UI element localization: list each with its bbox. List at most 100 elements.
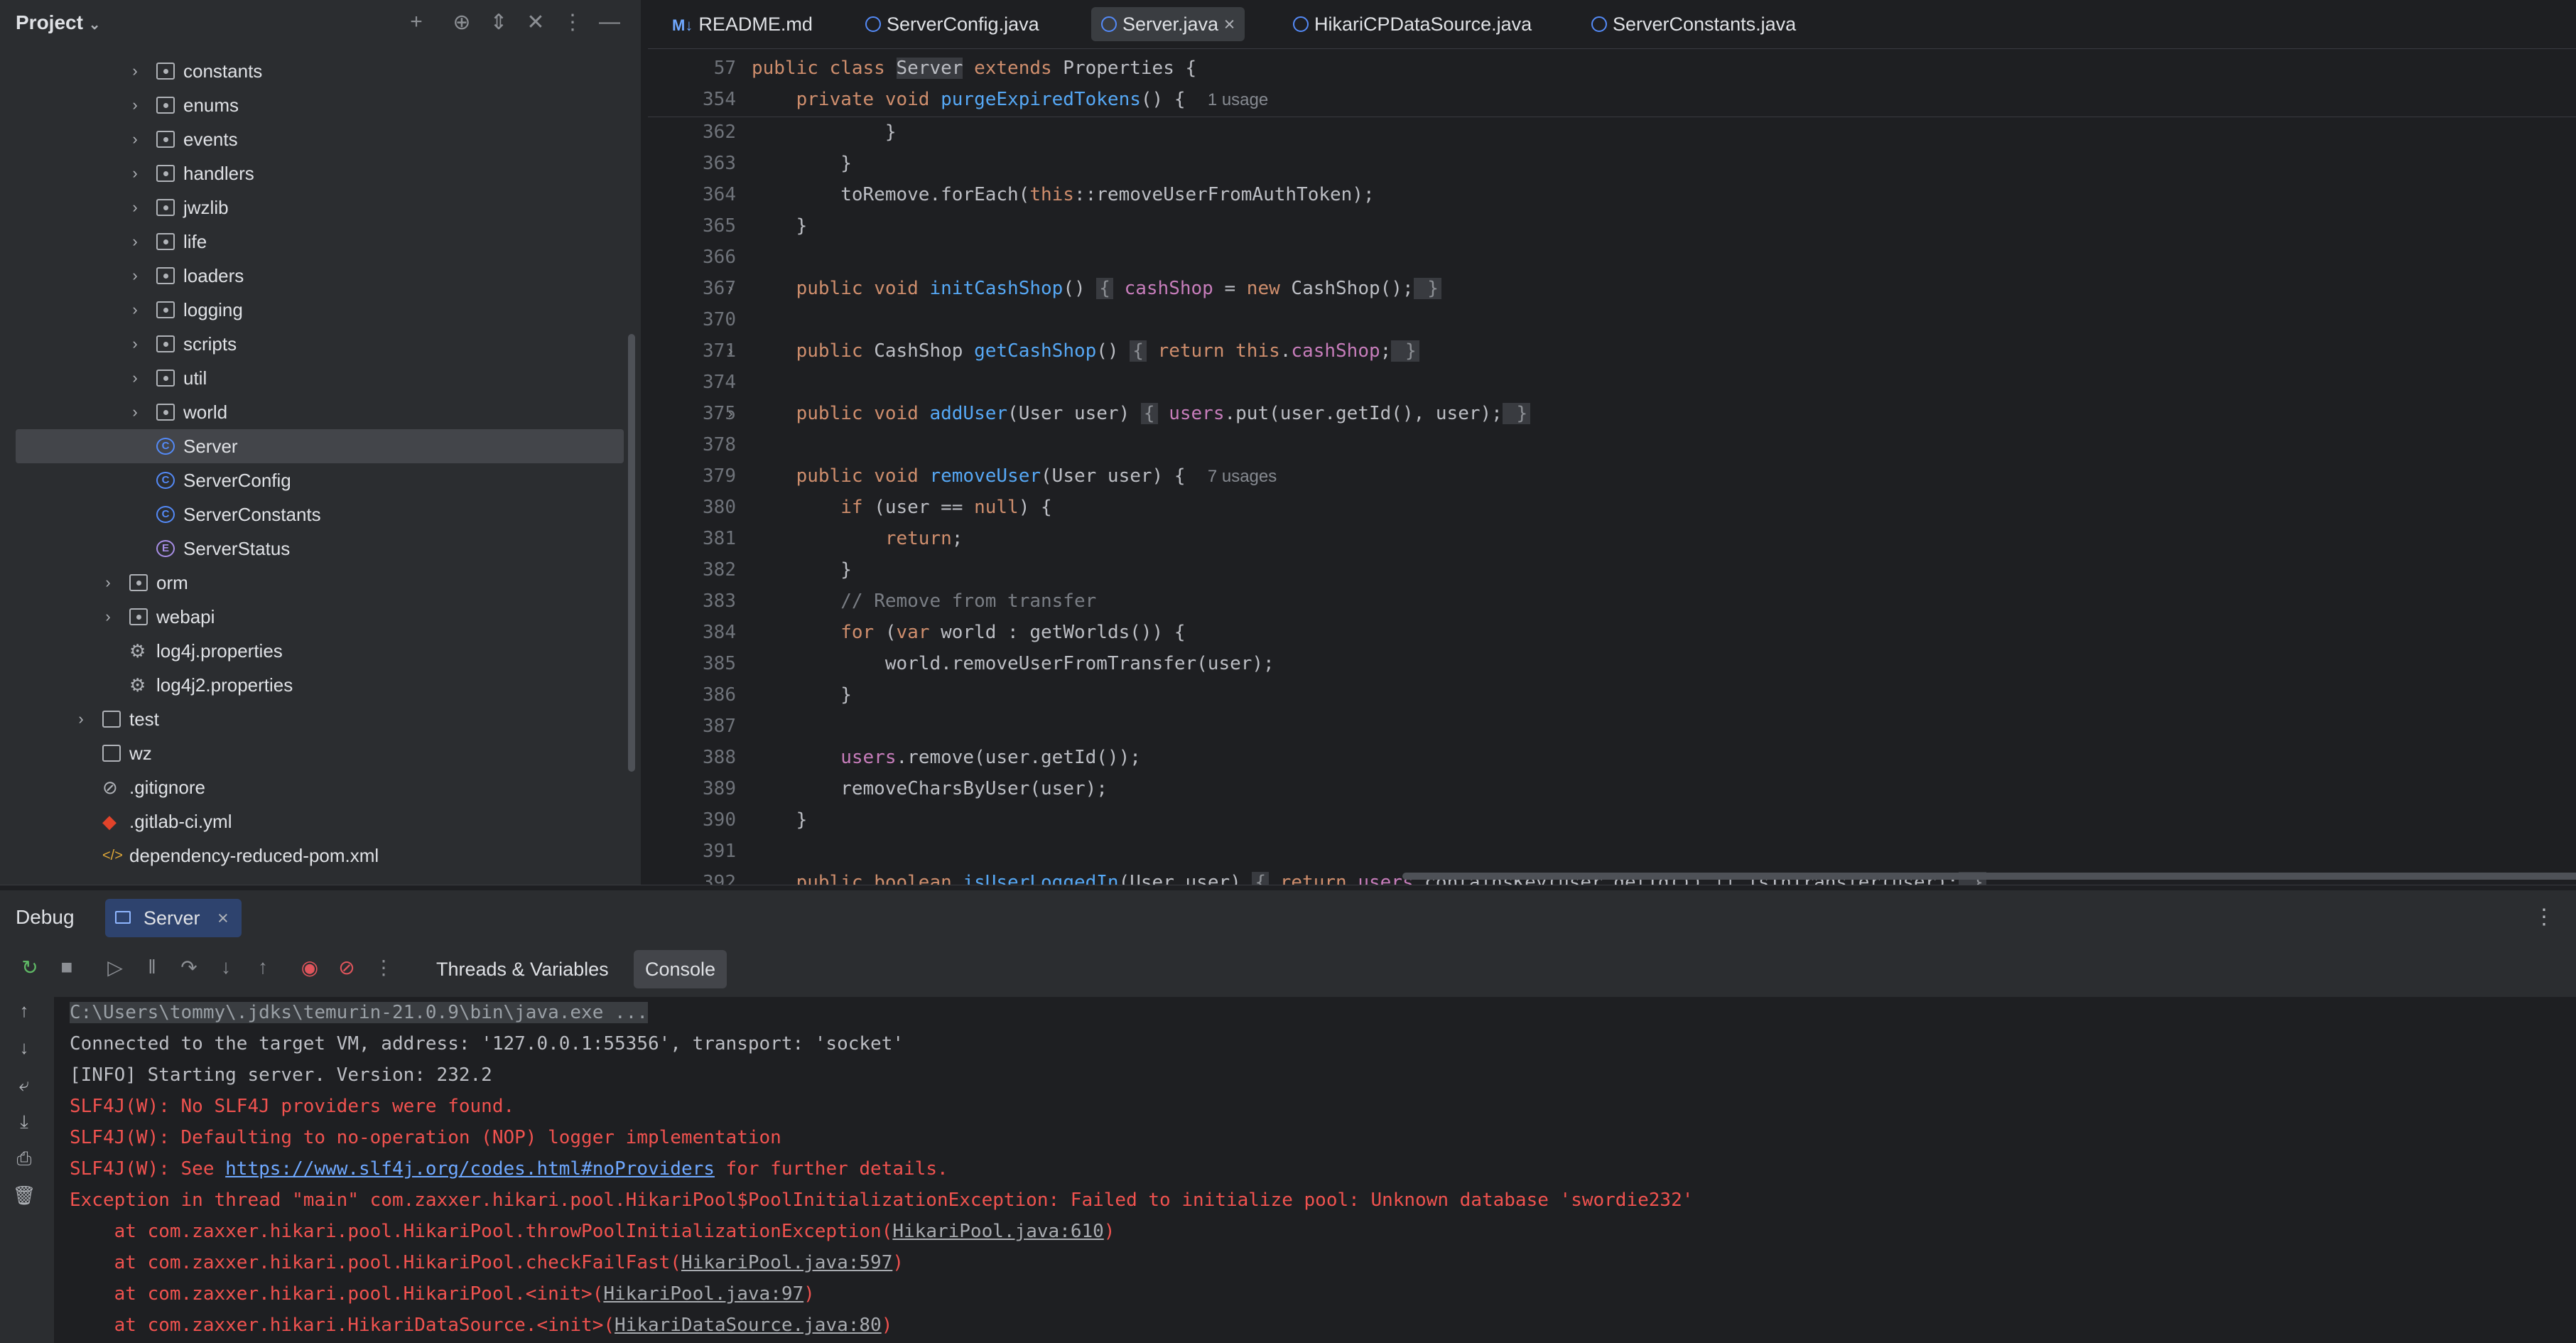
pause-icon[interactable]: ‖ bbox=[139, 956, 165, 978]
new-file-icon[interactable]: + bbox=[404, 10, 429, 34]
step-into-icon[interactable]: ↓ bbox=[213, 956, 239, 978]
sticky-header[interactable]: 57 public class Server extends Properties… bbox=[648, 53, 2576, 117]
line-number[interactable]: 380 bbox=[648, 492, 736, 523]
line-number[interactable]: 386 bbox=[648, 679, 736, 711]
line-number[interactable]: 390 bbox=[648, 804, 736, 836]
tree-item[interactable]: › events bbox=[0, 122, 625, 156]
console-output[interactable]: C:\Users\tommy\.jdks\temurin-21.0.9\bin\… bbox=[70, 997, 2556, 1343]
scroll-up-icon[interactable]: ↑ bbox=[11, 1000, 37, 1022]
print-icon[interactable]: ⎙ bbox=[11, 1148, 37, 1170]
mute-breakpoints-icon[interactable]: ⊘ bbox=[334, 956, 359, 979]
line-number[interactable]: 385 bbox=[648, 648, 736, 679]
close-icon[interactable]: × bbox=[1218, 14, 1235, 35]
chevron-right-icon[interactable]: › bbox=[126, 327, 144, 361]
collapse-all-icon[interactable]: ✕ bbox=[523, 10, 548, 35]
soft-wrap-icon[interactable]: ⤶ bbox=[11, 1074, 37, 1096]
editor-tab[interactable]: M↓ README.md bbox=[662, 7, 823, 41]
tab-console[interactable]: Console bbox=[634, 950, 727, 988]
line-number[interactable]: 389 bbox=[648, 773, 736, 804]
chevron-right-icon[interactable]: › bbox=[126, 361, 144, 395]
view-breakpoints-icon[interactable]: ◉ bbox=[297, 956, 323, 979]
hide-panel-icon[interactable]: — bbox=[597, 10, 622, 34]
tree-item[interactable]: › world bbox=[0, 395, 625, 429]
line-number[interactable]: 364 bbox=[648, 179, 736, 210]
chevron-right-icon[interactable]: › bbox=[99, 600, 117, 634]
line-number[interactable]: 374 bbox=[648, 367, 736, 398]
line-number[interactable]: 391 bbox=[648, 836, 736, 867]
line-number[interactable]: 354 bbox=[648, 84, 736, 115]
fold-toggle-icon[interactable]: › bbox=[726, 398, 735, 429]
tree-item[interactable]: › enums bbox=[0, 88, 625, 122]
tree-item[interactable]: </> dependency-reduced-pom.xml bbox=[0, 838, 625, 873]
line-number[interactable]: 381 bbox=[648, 523, 736, 554]
scroll-to-end-icon[interactable]: ⤓ bbox=[11, 1111, 37, 1133]
options-menu-icon[interactable]: ⋮ bbox=[560, 10, 585, 35]
tree-item[interactable]: wz bbox=[0, 736, 625, 770]
editor-tab[interactable]: ServerConfig.java bbox=[855, 7, 1049, 41]
expand-all-icon[interactable]: ⇕ bbox=[486, 10, 512, 35]
line-number[interactable]: 370 bbox=[648, 304, 736, 335]
line-number[interactable]: 388 bbox=[648, 742, 736, 773]
step-out-icon[interactable]: ↑ bbox=[250, 956, 276, 978]
line-number[interactable]: 362 bbox=[648, 117, 736, 148]
tree-item[interactable]: › handlers bbox=[0, 156, 625, 190]
line-number[interactable]: 379 bbox=[648, 460, 736, 492]
line-number[interactable]: 367 bbox=[648, 273, 736, 304]
tree-item[interactable]: C ServerConstants bbox=[0, 497, 625, 532]
chevron-right-icon[interactable]: › bbox=[126, 225, 144, 259]
line-number[interactable]: 387 bbox=[648, 711, 736, 742]
chevron-right-icon[interactable]: › bbox=[126, 156, 144, 190]
chevron-right-icon[interactable]: › bbox=[126, 395, 144, 429]
tree-item[interactable]: › orm bbox=[0, 566, 625, 600]
tree-item[interactable]: › constants bbox=[0, 54, 625, 88]
project-view-selector[interactable]: Project ⌄ bbox=[16, 11, 100, 34]
tree-item[interactable]: E ServerStatus bbox=[0, 532, 625, 566]
editor-tab[interactable]: HikariCPDataSource.java bbox=[1283, 7, 1542, 41]
tree-item[interactable]: › scripts bbox=[0, 327, 625, 361]
chevron-right-icon[interactable]: › bbox=[72, 702, 90, 736]
line-number[interactable]: 392 bbox=[648, 867, 736, 885]
tree-item[interactable]: C Server bbox=[16, 429, 624, 463]
more-options-icon[interactable]: ⋮ bbox=[2533, 905, 2555, 929]
line-number[interactable]: 57 bbox=[648, 53, 736, 84]
chevron-right-icon[interactable]: › bbox=[126, 259, 144, 293]
tree-item[interactable]: ⊘ .gitignore bbox=[0, 770, 625, 804]
chevron-right-icon[interactable]: › bbox=[126, 122, 144, 156]
tree-item[interactable]: › life bbox=[0, 225, 625, 259]
chevron-right-icon[interactable]: › bbox=[126, 54, 144, 88]
panel-divider[interactable] bbox=[641, 0, 648, 885]
tree-item[interactable]: › loaders bbox=[0, 259, 625, 293]
line-number[interactable]: 375 bbox=[648, 398, 736, 429]
more-debug-actions-icon[interactable]: ⋮ bbox=[371, 956, 396, 979]
line-number[interactable]: 382 bbox=[648, 554, 736, 586]
chevron-right-icon[interactable]: › bbox=[99, 566, 117, 600]
line-number[interactable]: 383 bbox=[648, 586, 736, 617]
project-scrollbar[interactable] bbox=[628, 334, 635, 772]
locate-icon[interactable]: ⊕ bbox=[449, 10, 475, 35]
line-number[interactable]: 384 bbox=[648, 617, 736, 648]
scroll-down-icon[interactable]: ↓ bbox=[11, 1037, 37, 1059]
chevron-right-icon[interactable]: › bbox=[126, 293, 144, 327]
close-icon[interactable]: × bbox=[217, 899, 229, 937]
chevron-right-icon[interactable]: › bbox=[126, 190, 144, 225]
tree-item[interactable]: ◆ .gitlab-ci.yml bbox=[0, 804, 625, 838]
line-number[interactable]: 366 bbox=[648, 242, 736, 273]
tree-item[interactable]: › util bbox=[0, 361, 625, 395]
tree-item[interactable]: ⚙ log4j.properties bbox=[0, 634, 625, 668]
editor-tab[interactable]: ServerConstants.java bbox=[1581, 7, 1806, 41]
step-over-icon[interactable]: ↷ bbox=[176, 956, 202, 979]
line-number[interactable]: 363 bbox=[648, 148, 736, 179]
tree-item[interactable]: ⚙ log4j2.properties bbox=[0, 668, 625, 702]
tab-threads-variables[interactable]: Threads & Variables bbox=[426, 950, 619, 988]
resume-icon[interactable]: ▷ bbox=[102, 956, 128, 979]
chevron-right-icon[interactable]: › bbox=[126, 88, 144, 122]
fold-toggle-icon[interactable]: › bbox=[726, 273, 735, 304]
line-number[interactable]: 371 bbox=[648, 335, 736, 367]
debug-session-tab[interactable]: Server × bbox=[105, 899, 242, 937]
tree-item[interactable]: C ServerConfig bbox=[0, 463, 625, 497]
clear-all-icon[interactable]: 🗑 bbox=[11, 1185, 37, 1207]
rerun-icon[interactable]: ↻ bbox=[17, 956, 43, 979]
tree-item[interactable]: › logging bbox=[0, 293, 625, 327]
fold-toggle-icon[interactable]: › bbox=[726, 335, 735, 367]
editor-tab[interactable]: Server.java × bbox=[1091, 7, 1245, 41]
